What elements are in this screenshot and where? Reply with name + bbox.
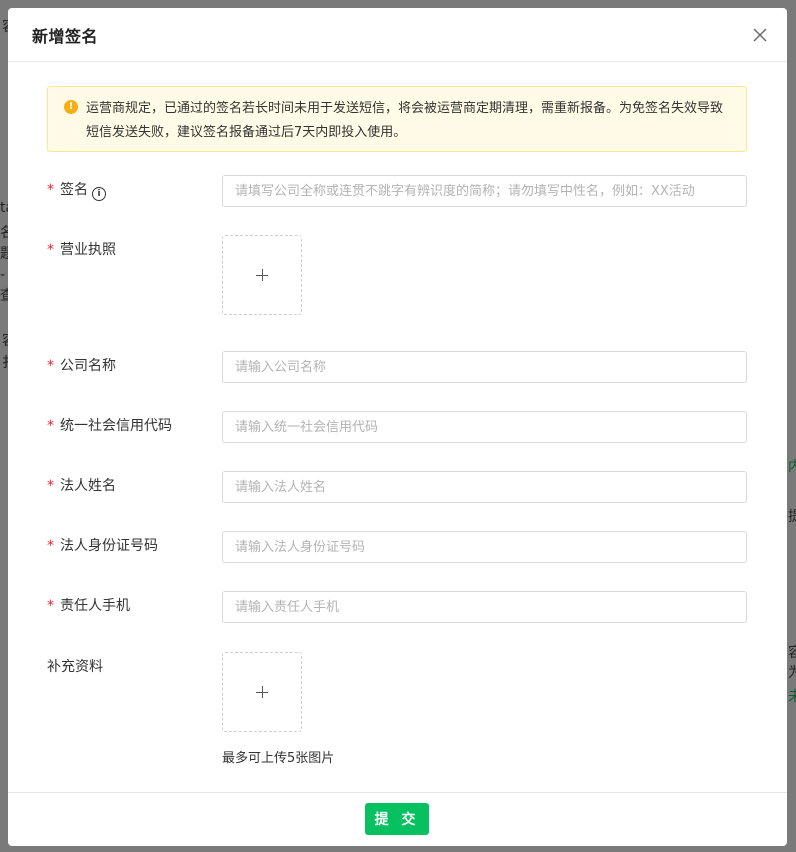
- required-mark: *: [47, 242, 54, 258]
- phone-label: * 责任人手机: [47, 596, 130, 616]
- info-icon[interactable]: i: [92, 187, 106, 201]
- close-icon: [753, 28, 767, 42]
- notice-banner: ! 运营商规定，已通过的签名若长时间未用于发送短信，将会被运营商定期清理，需重新…: [47, 86, 747, 152]
- extra-upload-button[interactable]: [222, 652, 302, 732]
- legal-name-label-text: 法人姓名: [60, 478, 116, 494]
- credit-code-input[interactable]: [222, 411, 747, 443]
- legal-id-input[interactable]: [222, 531, 747, 563]
- phone-input[interactable]: [222, 591, 747, 623]
- required-mark: *: [47, 418, 54, 434]
- add-signature-modal: 新增签名 ! 运营商规定，已通过的签名若长时间未用于发送短信，将会被运营商定期清…: [8, 8, 787, 846]
- required-mark: *: [47, 538, 54, 554]
- legal-id-label: * 法人身份证号码: [47, 536, 158, 556]
- license-label: * 营业执照: [47, 240, 116, 260]
- signature-input[interactable]: [222, 175, 747, 207]
- company-name-input[interactable]: [222, 351, 747, 383]
- modal-header: 新增签名: [8, 8, 787, 62]
- legal-id-label-text: 法人身份证号码: [60, 538, 158, 554]
- close-button[interactable]: [749, 24, 771, 46]
- license-label-text: 营业执照: [60, 242, 116, 258]
- license-upload-button[interactable]: [222, 235, 302, 315]
- extra-label: 补充资料: [47, 659, 103, 675]
- modal-footer: 提 交: [8, 792, 787, 846]
- credit-code-label: * 统一社会信用代码: [47, 416, 172, 436]
- plus-icon: [256, 686, 268, 698]
- required-mark: *: [47, 478, 54, 494]
- required-mark: *: [47, 358, 54, 374]
- submit-button[interactable]: 提 交: [365, 803, 429, 835]
- credit-code-label-text: 统一社会信用代码: [60, 418, 172, 434]
- required-mark: *: [47, 182, 54, 198]
- upload-hint: 最多可上传5张图片: [222, 751, 335, 766]
- legal-name-label: * 法人姓名: [47, 476, 116, 496]
- legal-name-input[interactable]: [222, 471, 747, 503]
- notice-text: 运营商规定，已通过的签名若长时间未用于发送短信，将会被运营商定期清理，需重新报备…: [86, 101, 724, 140]
- background-text: 为: [788, 665, 796, 681]
- signature-label-text: 签名: [60, 182, 88, 198]
- company-name-label: * 公司名称: [47, 356, 116, 376]
- required-mark: *: [47, 598, 54, 614]
- modal-title: 新增签名: [32, 27, 99, 46]
- background-text: 提: [788, 509, 796, 525]
- plus-icon: [256, 269, 268, 281]
- background-text: 未: [788, 689, 796, 705]
- phone-label-text: 责任人手机: [60, 598, 130, 614]
- signature-label: * 签名 i: [47, 180, 106, 201]
- warning-icon: !: [64, 100, 78, 114]
- background-text: 内: [788, 459, 796, 475]
- company-name-label-text: 公司名称: [60, 358, 116, 374]
- background-text: 容: [788, 645, 796, 661]
